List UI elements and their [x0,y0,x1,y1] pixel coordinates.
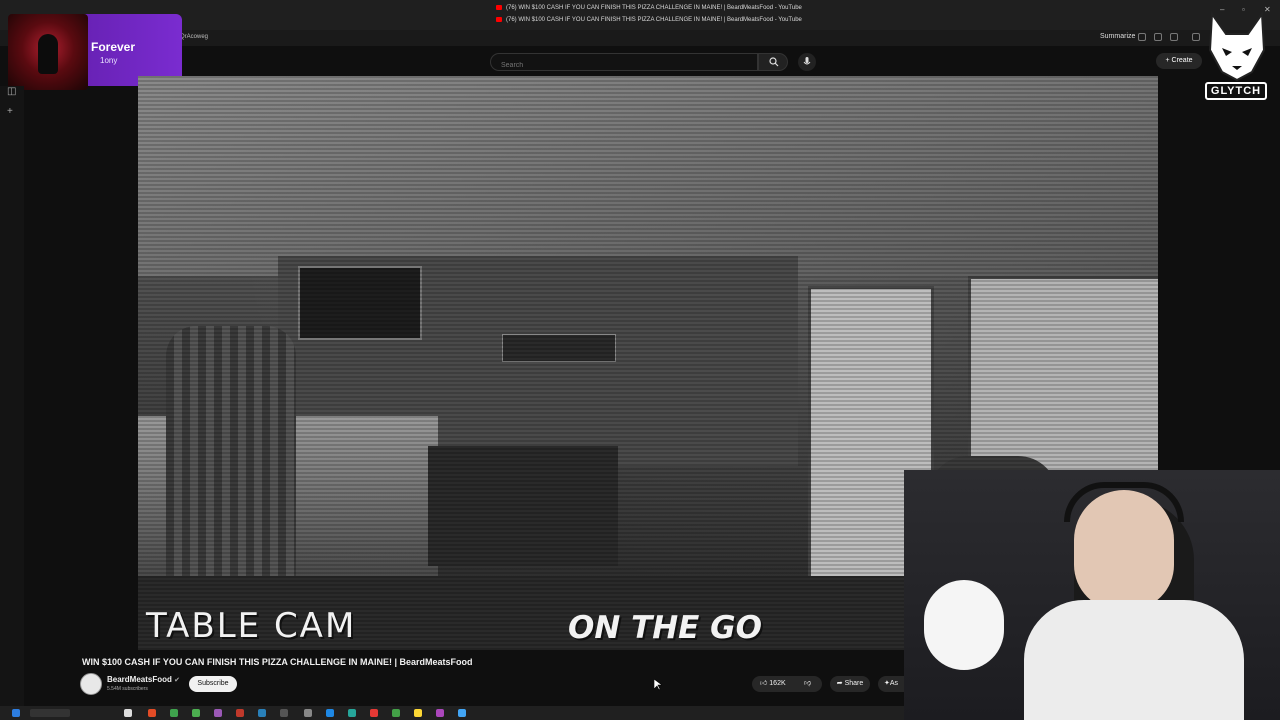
taskbar-app-icon[interactable] [370,709,378,717]
browser-tab-bar: (76) WIN $100 CASH IF YOU CAN FINISH THI… [0,0,1280,30]
url-text: QrAcoweg [180,34,209,40]
taskbar-app-icon[interactable] [214,709,222,717]
taskbar-app-icon[interactable] [436,709,444,717]
taskbar-app-icon[interactable] [280,709,288,717]
side-rail: ◫ + [0,86,24,706]
like-button[interactable]: 👍︎ 162K [760,676,786,692]
taskbar-app-icon[interactable] [236,709,244,717]
ask-button[interactable]: ✦As [878,676,904,692]
headset-icon [1064,482,1184,522]
taskbar-app-icon[interactable] [304,709,312,717]
youtube-favicon-icon [496,17,502,22]
speaker-icon[interactable]: ◫ [7,86,16,97]
subscriber-count: 5.54M subscribers [107,686,148,692]
like-dislike-group: 👍︎ 162K 👎︎ [752,676,822,692]
streamer-logo: GLYTCH [1204,10,1270,105]
video-overlay-table-cam: TABLE CAM [146,606,357,646]
os-taskbar [0,706,904,720]
plush-toy [924,580,1004,670]
browser-tab[interactable]: (76) WIN $100 CASH IF YOU CAN FINISH THI… [496,17,802,23]
share-button[interactable]: ➦ Share [830,676,870,692]
taskbar-app-icon[interactable] [192,709,200,717]
mouse-cursor-icon [654,679,662,691]
search-icon [769,57,779,67]
taskbar-search-icon[interactable] [30,709,70,717]
summarize-button[interactable]: Summarize [1100,33,1135,40]
search-input[interactable] [499,61,743,70]
dislike-button[interactable]: 👎︎ [804,676,811,692]
verified-icon: ✔ [174,677,181,684]
create-button[interactable]: + Create [1156,53,1202,69]
taskbar-app-icon[interactable] [326,709,334,717]
add-icon[interactable]: + [7,106,13,117]
taskbar-app-icon[interactable] [348,709,356,717]
video-title: WIN $100 CASH IF YOU CAN FINISH THIS PIZ… [82,657,473,667]
thumbs-up-icon: 👍︎ [760,680,768,687]
thumbs-down-icon: 👎︎ [804,680,812,687]
like-count: 162K [769,680,786,687]
microphone-icon [803,57,811,65]
taskbar-app-icon[interactable] [148,709,156,717]
subscribe-button[interactable]: Subscribe [189,676,237,692]
streamer-webcam [904,470,1280,720]
browser-tab[interactable]: (76) WIN $100 CASH IF YOU CAN FINISH THI… [496,5,802,11]
start-icon[interactable] [12,709,20,717]
share-icon: ➦ [836,680,845,687]
star-icon[interactable] [1170,33,1178,41]
song-title: Forever [91,40,136,54]
extension-icon[interactable] [1138,33,1146,41]
youtube-favicon-icon [496,5,502,10]
video-overlay-on-the-go: ON THE GO [568,610,762,646]
streamer-shirt [1024,600,1244,720]
search-button[interactable] [758,53,788,71]
taskbar-app-icon[interactable] [124,709,132,717]
address-bar[interactable]: QrAcoweg Summarize [0,30,1280,46]
channel-avatar[interactable] [80,673,102,695]
taskbar-app-icon[interactable] [458,709,466,717]
search-box[interactable] [490,53,758,71]
fox-logo-icon [1208,11,1266,82]
song-artist: 1ony [100,56,118,65]
taskbar-app-icon[interactable] [414,709,422,717]
logo-wordmark: GLYTCH [1205,82,1267,100]
album-art [8,14,88,90]
taskbar-app-icon[interactable] [392,709,400,717]
extension-icon[interactable] [1192,33,1200,41]
voice-search-button[interactable] [798,53,816,71]
taskbar-app-icon[interactable] [170,709,178,717]
channel-name[interactable]: BeardMeatsFood ✔ [107,675,180,684]
extension-icon[interactable] [1154,33,1162,41]
taskbar-app-icon[interactable] [258,709,266,717]
